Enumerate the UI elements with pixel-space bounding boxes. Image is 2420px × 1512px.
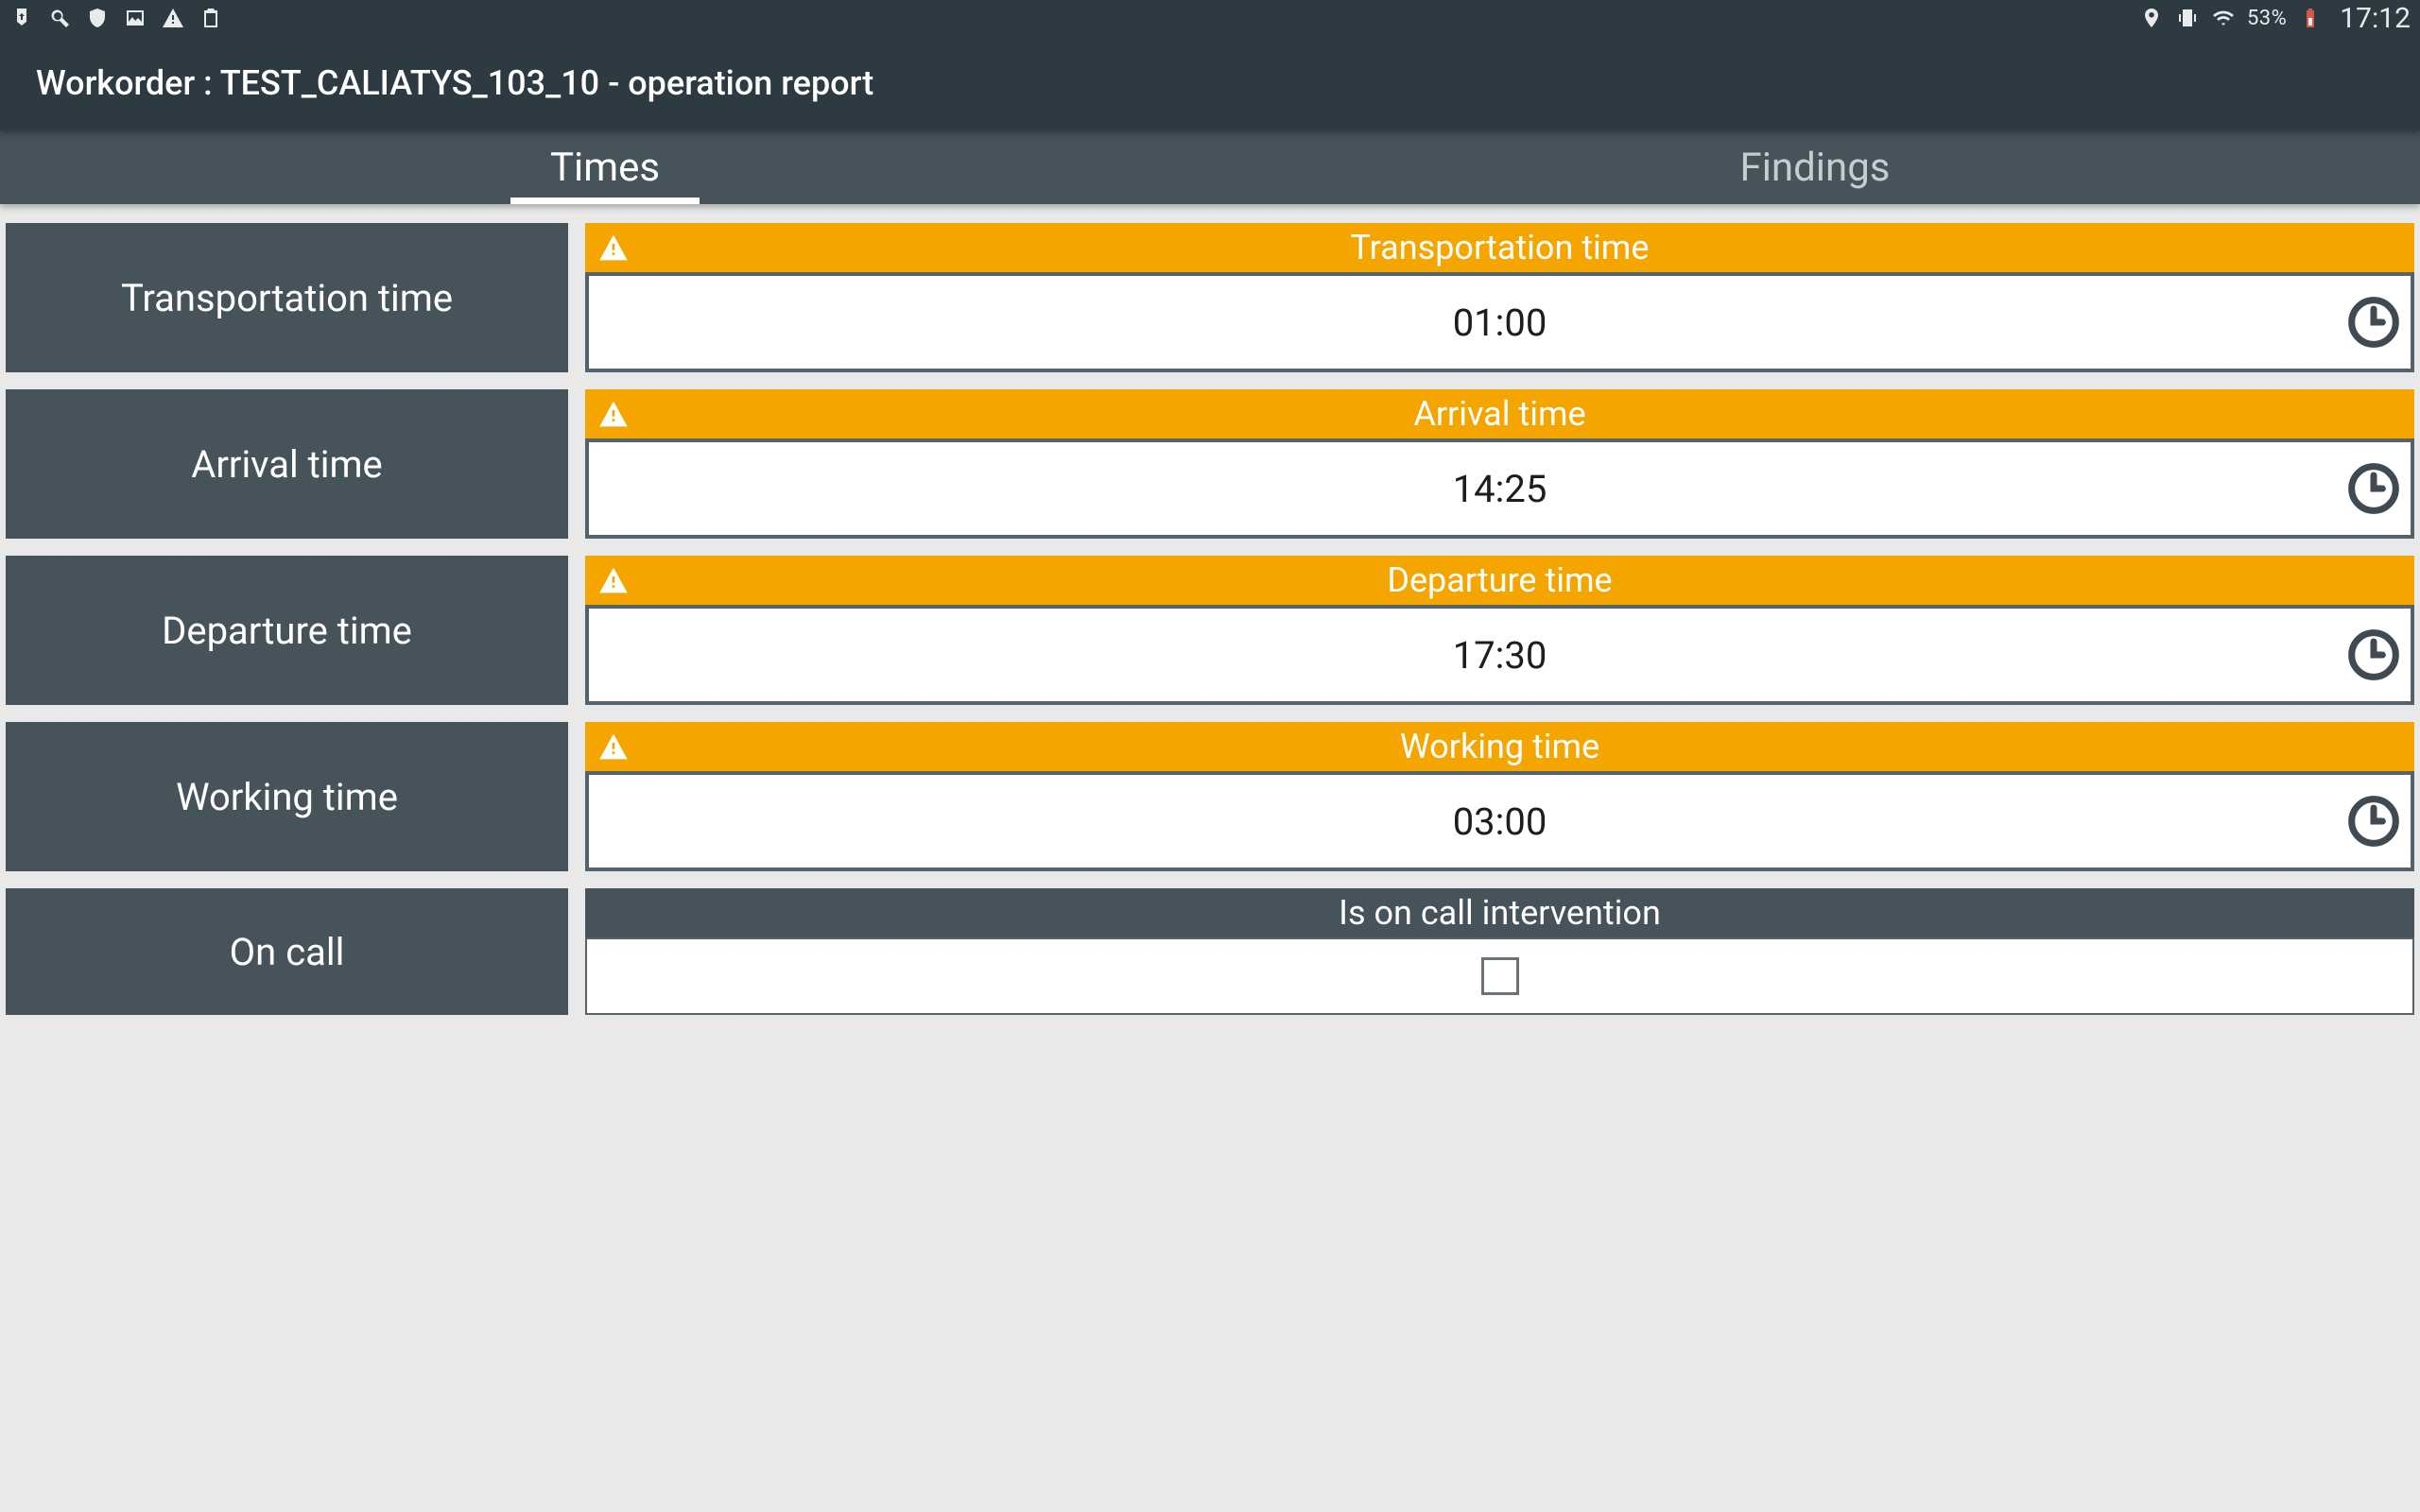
label-departure: Departure time: [6, 556, 568, 705]
content: Transportation time Transportation time …: [0, 204, 2420, 1015]
value-transportation-text: 01:00: [1453, 301, 1547, 345]
label-working: Working time: [6, 722, 568, 871]
label-oncall: On call: [6, 888, 568, 1015]
header-working: Working time: [585, 722, 2414, 771]
warning-icon: [598, 399, 629, 429]
value-transportation[interactable]: 01:00: [585, 272, 2414, 372]
tab-findings[interactable]: Findings: [1210, 130, 2420, 204]
tab-bar: Times Findings: [0, 130, 2420, 204]
warning-icon: [161, 6, 185, 30]
app-bar: Workorder : TEST_CALIATYS_103_10 - opera…: [0, 36, 2420, 130]
download-device-icon: [9, 6, 34, 30]
value-cell-oncall: Is on call intervention: [585, 888, 2414, 1015]
value-departure[interactable]: 17:30: [585, 605, 2414, 705]
battery-icon: [2298, 6, 2323, 30]
status-clock: 17:12: [2340, 2, 2411, 35]
value-arrival[interactable]: 14:25: [585, 438, 2414, 539]
row-transportation: Transportation time Transportation time …: [6, 223, 2414, 372]
warning-icon: [598, 731, 629, 762]
image-icon: [123, 6, 147, 30]
row-arrival: Arrival time Arrival time 14:25: [6, 389, 2414, 539]
header-oncall-text: Is on call intervention: [1339, 893, 1661, 933]
value-departure-text: 17:30: [1453, 633, 1547, 678]
row-working: Working time Working time 03:00: [6, 722, 2414, 871]
status-bar: 53% 17:12: [0, 0, 2420, 36]
warning-icon: [598, 565, 629, 595]
shield-icon: [85, 6, 110, 30]
value-cell-departure: Departure time 17:30: [585, 556, 2414, 705]
oncall-checkbox[interactable]: [1481, 957, 1519, 995]
wifi-icon: [2211, 6, 2236, 30]
warning-icon: [598, 232, 629, 263]
tab-times-label: Times: [550, 145, 660, 191]
value-cell-working: Working time 03:00: [585, 722, 2414, 871]
header-departure-text: Departure time: [1387, 560, 1612, 600]
header-arrival-text: Arrival time: [1413, 394, 1585, 434]
clock-picker-departure[interactable]: [2346, 627, 2401, 682]
header-transportation-text: Transportation time: [1351, 228, 1650, 267]
header-transportation: Transportation time: [585, 223, 2414, 272]
header-arrival: Arrival time: [585, 389, 2414, 438]
clock-picker-arrival[interactable]: [2346, 461, 2401, 516]
clipboard-icon: [199, 6, 223, 30]
value-arrival-text: 14:25: [1453, 467, 1547, 511]
vibrate-icon: [2175, 6, 2200, 30]
label-arrival: Arrival time: [6, 389, 568, 539]
clock-picker-transportation[interactable]: [2346, 295, 2401, 350]
clock-picker-working[interactable]: [2346, 794, 2401, 849]
battery-percent: 53%: [2247, 7, 2287, 30]
header-oncall: Is on call intervention: [585, 888, 2414, 937]
value-oncall: [585, 937, 2414, 1015]
tab-findings-label: Findings: [1740, 145, 1891, 191]
tab-times[interactable]: Times: [0, 130, 1210, 204]
label-transportation: Transportation time: [6, 223, 568, 372]
header-working-text: Working time: [1400, 727, 1599, 766]
status-right: 53% 17:12: [2139, 2, 2411, 35]
wrench-icon: [47, 6, 72, 30]
value-cell-transportation: Transportation time 01:00: [585, 223, 2414, 372]
value-working-text: 03:00: [1453, 799, 1547, 844]
value-working[interactable]: 03:00: [585, 771, 2414, 871]
location-icon: [2139, 6, 2164, 30]
header-departure: Departure time: [585, 556, 2414, 605]
status-left: [9, 6, 223, 30]
value-cell-arrival: Arrival time 14:25: [585, 389, 2414, 539]
page-title: Workorder : TEST_CALIATYS_103_10 - opera…: [36, 63, 873, 103]
row-oncall: On call Is on call intervention: [6, 888, 2414, 1015]
row-departure: Departure time Departure time 17:30: [6, 556, 2414, 705]
